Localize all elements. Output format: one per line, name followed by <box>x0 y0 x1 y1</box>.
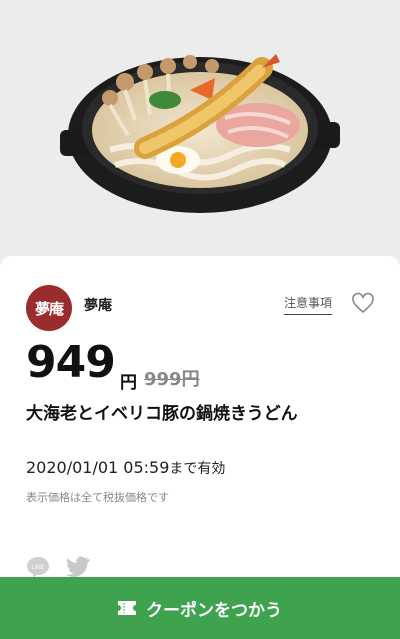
twitter-icon[interactable] <box>66 556 90 578</box>
price-unit: 円 <box>120 373 137 393</box>
line-icon-label: LINE <box>31 565 44 571</box>
product-title: 大海老とイベリコ豚の鍋焼きうどん <box>26 404 298 424</box>
shop-logo: 夢庵 <box>26 285 72 331</box>
use-coupon-label: クーポンをつかう <box>146 600 282 621</box>
original-price: 999円 <box>144 369 200 390</box>
shop-name: 夢庵 <box>84 298 112 314</box>
line-icon[interactable]: LINE <box>26 556 50 578</box>
validity: 2020/01/01 05:59まで有効 <box>26 458 225 478</box>
nabe-udon-illustration <box>60 54 340 213</box>
current-price: 949 <box>26 337 116 388</box>
product-image <box>0 0 400 262</box>
use-coupon-button[interactable]: クーポンをつかう <box>0 577 400 639</box>
ticket-icon <box>118 601 136 615</box>
validity-datetime: 2020/01/01 05:59 <box>26 458 170 477</box>
heart-icon[interactable] <box>351 292 375 314</box>
validity-suffix: まで有効 <box>169 461 226 477</box>
notes-link[interactable]: 注意事項 <box>284 294 333 315</box>
tax-note: 表示価格は全て税抜価格です <box>26 491 169 504</box>
